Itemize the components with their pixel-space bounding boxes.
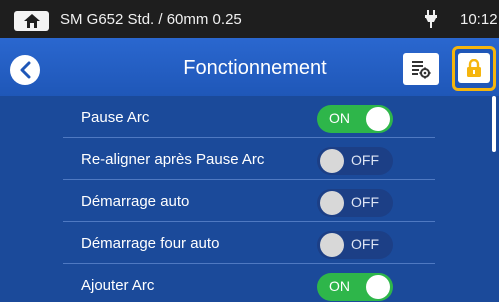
clock: 10:12	[460, 11, 498, 28]
scrollbar[interactable]	[492, 96, 496, 152]
setting-row-pause-arc: Pause Arc ON	[63, 96, 435, 138]
settings-list: Pause Arc ON Re-aligner après Pause Arc …	[63, 96, 435, 302]
home-button[interactable]	[14, 11, 49, 31]
setting-label: Démarrage four auto	[81, 235, 220, 252]
toggle-state-label: ON	[329, 110, 350, 126]
lock-icon	[467, 59, 481, 77]
realign-after-pause-arc-toggle[interactable]: OFF	[317, 147, 393, 175]
toggle-state-label: OFF	[351, 194, 379, 210]
toggle-state-label: OFF	[351, 152, 379, 168]
setting-label: Re-aligner après Pause Arc	[81, 151, 265, 168]
setting-label: Démarrage auto	[81, 193, 190, 210]
pause-arc-toggle[interactable]: ON	[317, 105, 393, 133]
status-bar: SM G652 Std. / 60mm 0.25 10:12	[0, 0, 499, 38]
chevron-left-icon	[20, 61, 31, 79]
toggle-state-label: ON	[329, 278, 350, 294]
page-title: Fonctionnement	[183, 57, 327, 79]
toggle-knob	[320, 149, 344, 173]
list-settings-button[interactable]	[403, 53, 439, 85]
auto-start-toggle[interactable]: OFF	[317, 189, 393, 217]
setting-row-auto-start: Démarrage auto OFF	[63, 180, 435, 222]
list-settings-icon	[412, 61, 431, 79]
setting-row-realign-after-pause-arc: Re-aligner après Pause Arc OFF	[63, 138, 435, 180]
setting-label: Ajouter Arc	[81, 277, 155, 294]
toggle-knob	[366, 275, 390, 299]
add-arc-toggle[interactable]: ON	[317, 273, 393, 301]
toggle-knob	[366, 107, 390, 131]
home-icon	[24, 14, 40, 28]
setting-label: Pause Arc	[81, 109, 150, 126]
toggle-knob	[320, 233, 344, 257]
toggle-state-label: OFF	[351, 236, 379, 252]
page-header: Fonctionnement	[0, 38, 499, 96]
splice-profile-label: SM G652 Std. / 60mm 0.25	[60, 11, 242, 28]
auto-heater-start-toggle[interactable]: OFF	[317, 231, 393, 259]
lock-button[interactable]	[452, 46, 496, 91]
lock-button-face	[458, 53, 490, 83]
toggle-knob	[320, 191, 344, 215]
back-button[interactable]	[10, 55, 40, 85]
setting-row-add-arc: Ajouter Arc ON	[63, 264, 435, 302]
setting-row-auto-heater-start: Démarrage four auto OFF	[63, 222, 435, 264]
plug-icon	[425, 10, 437, 28]
